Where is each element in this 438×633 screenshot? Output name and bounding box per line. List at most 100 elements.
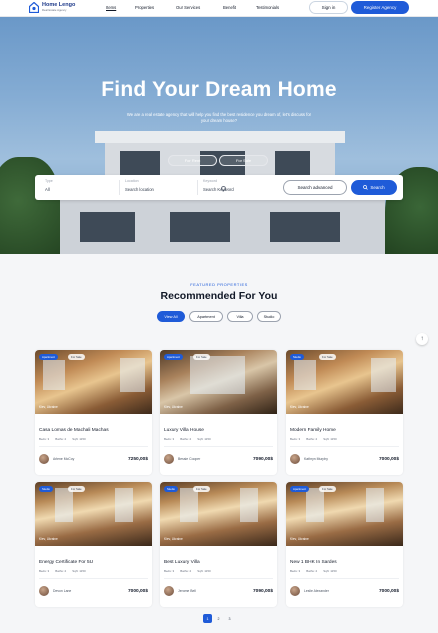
filter-apartment[interactable]: Apartment bbox=[189, 311, 223, 322]
type-badge: Apartment bbox=[290, 486, 309, 492]
card-price: 7000,00$ bbox=[127, 589, 148, 594]
signin-button[interactable]: Sign in bbox=[309, 1, 348, 14]
keyword-value: Search Keyword bbox=[203, 187, 234, 192]
tab-for-sale[interactable]: For Sale bbox=[219, 155, 268, 166]
baths-count: Baths: 2 bbox=[180, 437, 192, 441]
section-title: Recommended For You bbox=[160, 290, 278, 302]
hero-title: Find Your Dream Home bbox=[101, 78, 337, 101]
beds-count: Beds: 3 bbox=[39, 437, 50, 441]
agent-name: Leslie Alexander bbox=[304, 589, 329, 593]
beds-count: Beds: 3 bbox=[164, 437, 175, 441]
nav-item-items[interactable]: Items bbox=[106, 5, 116, 10]
beds-count: Beds: 3 bbox=[39, 569, 50, 573]
baths-count: Baths: 2 bbox=[55, 569, 67, 573]
hero-subtitle: We are a real estate agency that will he… bbox=[126, 112, 312, 123]
agent-name: Devon Lane bbox=[53, 589, 72, 593]
property-search-bar: Type All Location Search location Keywor… bbox=[35, 175, 403, 200]
search-button[interactable]: Search bbox=[351, 180, 397, 195]
type-badge: Studio bbox=[164, 486, 178, 492]
card-title[interactable]: Energy Certificate For 5U bbox=[39, 560, 93, 565]
sqft-value: Sqft: 1150 bbox=[72, 437, 86, 441]
agent-name: Arlene McCoy bbox=[53, 457, 75, 461]
agent-avatar bbox=[39, 586, 49, 596]
card-title[interactable]: Modern Family Home bbox=[290, 428, 336, 433]
baths-count: Baths: 2 bbox=[55, 437, 67, 441]
card-meta: Beds: 3 Baths: 2 Sqft: 1150 bbox=[39, 437, 86, 441]
card-price: 7090,00$ bbox=[252, 589, 273, 594]
tab-for-rent[interactable]: For Rent bbox=[168, 155, 217, 166]
property-card[interactable]: Studio For Sale Kiev, Ukraine Modern Fam… bbox=[286, 350, 403, 475]
hero-tree-left bbox=[0, 157, 60, 254]
card-price: 7000,00$ bbox=[378, 589, 399, 594]
nav-item-our-services[interactable]: Our Services bbox=[176, 5, 200, 10]
card-title[interactable]: Casa Lomas de Machali Machas bbox=[39, 428, 109, 433]
type-badge: Apartment bbox=[164, 354, 183, 360]
property-card[interactable]: Apartment For Sale Kiev, Ukraine Luxury … bbox=[160, 350, 277, 475]
hero-tabs: For Rent For Sale bbox=[168, 155, 268, 166]
register-agency-button[interactable]: Register Agency bbox=[351, 1, 409, 14]
status-badge: For Sale bbox=[319, 354, 336, 360]
card-title[interactable]: Best Luxury Villa bbox=[164, 560, 200, 565]
agent-avatar bbox=[164, 454, 174, 464]
filter-view-all[interactable]: View All bbox=[157, 311, 185, 322]
baths-count: Baths: 2 bbox=[306, 437, 318, 441]
filter-studio[interactable]: Studio bbox=[257, 311, 281, 322]
property-card[interactable]: Studio For Sale Kiev, Ukraine Energy Cer… bbox=[35, 482, 152, 607]
sqft-value: Sqft: 1150 bbox=[323, 569, 337, 573]
card-divider bbox=[164, 578, 273, 579]
location-field[interactable]: Location Search location bbox=[125, 179, 154, 192]
card-price: 7250,00$ bbox=[127, 457, 148, 462]
card-divider bbox=[290, 446, 399, 447]
card-location: Kiev, Ukraine bbox=[39, 537, 58, 541]
sqft-value: Sqft: 1150 bbox=[197, 569, 211, 573]
nav-item-properties[interactable]: Properties bbox=[135, 5, 154, 10]
page-3-button[interactable]: 3 bbox=[225, 614, 234, 623]
property-card[interactable]: Apartment For Sale Kiev, Ukraine New 1 B… bbox=[286, 482, 403, 607]
agent-name: Kathryn Murphy bbox=[304, 457, 328, 461]
search-advanced-button[interactable]: Search advanced bbox=[283, 180, 347, 195]
sqft-value: Sqft: 1150 bbox=[323, 437, 337, 441]
divider bbox=[119, 180, 120, 195]
card-meta: Beds: 3 Baths: 2 Sqft: 1150 bbox=[290, 569, 337, 573]
page-2-button[interactable]: 2 bbox=[214, 614, 223, 623]
status-badge: For Sale bbox=[68, 486, 85, 492]
card-title[interactable]: New 1 BHK In Sardes bbox=[290, 560, 337, 565]
card-title[interactable]: Luxury Villa House bbox=[164, 428, 204, 433]
agent-avatar bbox=[164, 586, 174, 596]
type-field[interactable]: Type All bbox=[45, 179, 53, 192]
location-label: Location bbox=[125, 179, 139, 183]
card-price: 7000,00$ bbox=[378, 457, 399, 462]
section-eyebrow: FEATURED PROPERTIES bbox=[190, 282, 248, 287]
type-badge: Studio bbox=[290, 354, 304, 360]
property-card[interactable]: Apartment For Sale Kiev, Ukraine Casa Lo… bbox=[35, 350, 152, 475]
nav-item-testimonials[interactable]: Testimonials bbox=[256, 5, 279, 10]
type-badge: Apartment bbox=[39, 354, 58, 360]
beds-count: Beds: 3 bbox=[164, 569, 175, 573]
property-filters: View All Apartment Villa Studio bbox=[157, 311, 281, 322]
nav-item-benefit[interactable]: Benefit bbox=[223, 5, 236, 10]
divider bbox=[197, 180, 198, 195]
type-value: All bbox=[45, 187, 50, 192]
sqft-value: Sqft: 1150 bbox=[197, 437, 211, 441]
card-location: Kiev, Ukraine bbox=[39, 405, 58, 409]
card-price: 7090,00$ bbox=[252, 457, 273, 462]
keyword-label: Keyword bbox=[203, 179, 217, 183]
agent-name: Jerome Bell bbox=[178, 589, 196, 593]
baths-count: Baths: 2 bbox=[180, 569, 192, 573]
card-meta: Beds: 3 Baths: 2 Sqft: 1150 bbox=[39, 569, 86, 573]
card-location: Kiev, Ukraine bbox=[290, 537, 309, 541]
status-badge: For Sale bbox=[319, 486, 336, 492]
card-meta: Beds: 3 Baths: 2 Sqft: 1150 bbox=[164, 569, 211, 573]
property-card[interactable]: Studio For Sale Kiev, Ukraine Best Luxur… bbox=[160, 482, 277, 607]
keyword-field[interactable]: Keyword Search Keyword bbox=[203, 179, 234, 192]
sqft-value: Sqft: 1150 bbox=[72, 569, 86, 573]
card-location: Kiev, Ukraine bbox=[164, 537, 183, 541]
filter-villa[interactable]: Villa bbox=[227, 311, 253, 322]
search-icon bbox=[363, 185, 369, 190]
card-location: Kiev, Ukraine bbox=[290, 405, 309, 409]
brand-logo[interactable]: Home Lengo Real Estate Agency bbox=[29, 2, 75, 13]
type-label: Type bbox=[45, 179, 53, 183]
card-divider bbox=[39, 446, 148, 447]
page-1-button[interactable]: 1 bbox=[203, 614, 212, 623]
scroll-up-icon[interactable]: ↑ bbox=[416, 333, 428, 345]
